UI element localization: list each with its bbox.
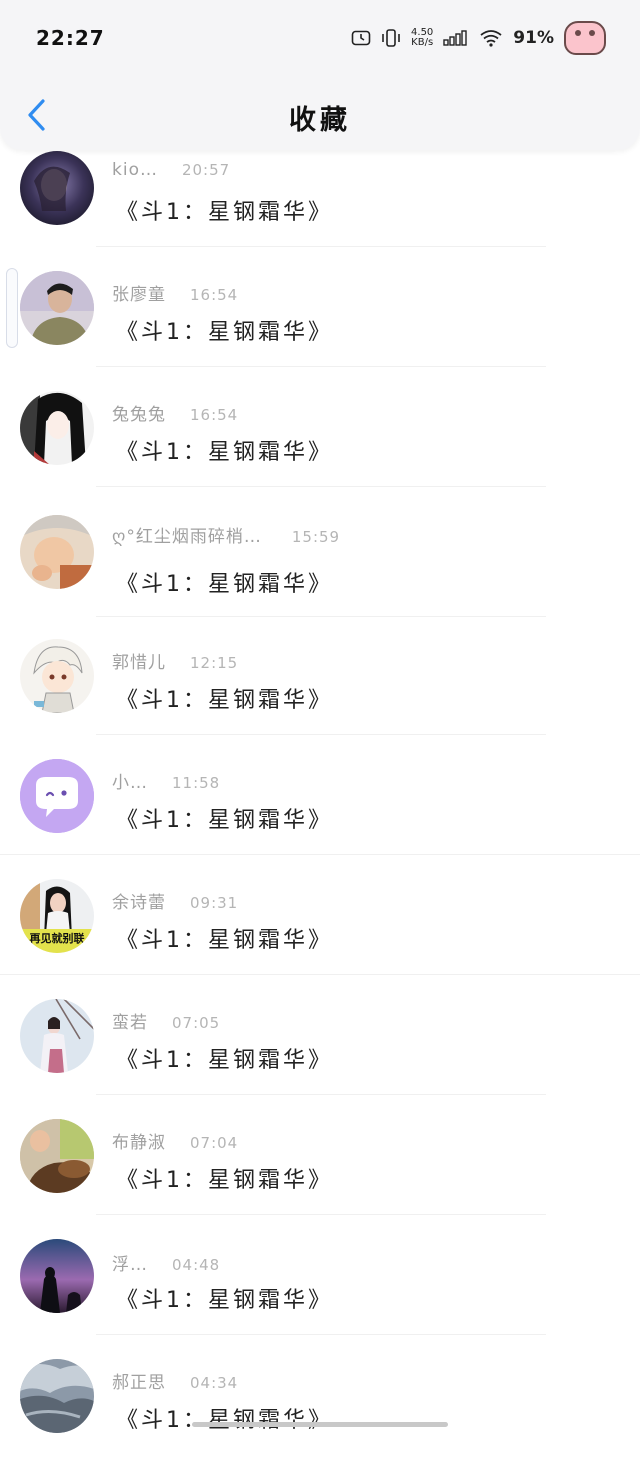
avatar-caption: 再见就别联 bbox=[29, 932, 85, 945]
item-meta: 张廖童 16:54 bbox=[112, 280, 238, 305]
divider bbox=[96, 366, 546, 367]
item-meta: 小… 11:58 bbox=[112, 768, 220, 793]
item-meta: 郭惜儿 12:15 bbox=[112, 648, 238, 673]
network-speed-unit: KB/s bbox=[411, 37, 434, 48]
item-meta: 浮… 04:48 bbox=[112, 1250, 220, 1275]
avatar: 再见就别联 bbox=[20, 879, 94, 953]
avatar bbox=[20, 1239, 94, 1313]
item-time: 20:57 bbox=[181, 161, 231, 179]
alarm-icon bbox=[351, 30, 371, 46]
item-time: 07:04 bbox=[190, 1134, 239, 1152]
list-item[interactable]: 兔兔兔 16:54 《斗1：星钢霜华》 bbox=[0, 390, 640, 508]
item-meta: kio… 20:57 bbox=[112, 160, 230, 180]
list-item[interactable]: 浮… 04:48 《斗1：星钢霜华》 bbox=[0, 1238, 640, 1356]
paw-battery-icon bbox=[564, 21, 606, 55]
top-bar: 22:27 4.50 KB/s 91% 收藏 bbox=[0, 0, 640, 150]
avatar bbox=[20, 151, 94, 225]
item-time: 12:15 bbox=[190, 654, 239, 672]
list-item[interactable]: 张廖童 16:54 《斗1：星钢霜华》 bbox=[0, 270, 640, 388]
list-item[interactable]: 小… 11:58 《斗1：星钢霜华》 bbox=[0, 758, 640, 876]
divider bbox=[0, 974, 640, 975]
avatar bbox=[20, 639, 94, 713]
item-message: 《斗1：星钢霜华》 bbox=[116, 1048, 333, 1073]
status-icons: 4.50 KB/s 91% bbox=[351, 20, 606, 56]
item-message: 《斗1：星钢霜华》 bbox=[116, 320, 333, 345]
avatar bbox=[20, 271, 94, 345]
vibrate-icon bbox=[381, 28, 401, 48]
item-meta: ღ°红尘烟雨碎梢… 15:59 bbox=[112, 522, 340, 547]
item-message: 《斗1：星钢霜华》 bbox=[116, 1288, 333, 1313]
avatar bbox=[20, 515, 94, 589]
item-time: 04:48 bbox=[172, 1256, 221, 1274]
header: 收藏 bbox=[0, 76, 640, 150]
item-message: 《斗1：星钢霜华》 bbox=[116, 688, 333, 713]
item-name: 余诗蕾 bbox=[112, 893, 166, 913]
divider bbox=[0, 854, 640, 855]
wifi-icon bbox=[479, 29, 503, 47]
divider bbox=[96, 246, 546, 247]
status-bar: 22:27 4.50 KB/s 91% bbox=[0, 0, 640, 76]
item-name: 小… bbox=[112, 773, 148, 793]
item-time: 16:54 bbox=[190, 406, 239, 424]
item-time: 07:05 bbox=[172, 1014, 221, 1032]
list-item[interactable]: kio… 20:57 《斗1：星钢霜华》 bbox=[0, 150, 640, 268]
item-message: 《斗1：星钢霜华》 bbox=[116, 572, 333, 597]
divider bbox=[96, 1334, 546, 1335]
item-time: 16:54 bbox=[190, 286, 239, 304]
avatar bbox=[20, 759, 94, 833]
item-time: 09:31 bbox=[190, 894, 239, 912]
list-item[interactable]: 郭惜儿 12:15 《斗1：星钢霜华》 bbox=[0, 638, 640, 756]
item-message: 《斗1：星钢霜华》 bbox=[116, 1408, 333, 1433]
item-message: 《斗1：星钢霜华》 bbox=[116, 200, 333, 225]
item-message: 《斗1：星钢霜华》 bbox=[116, 928, 333, 953]
page-title: 收藏 bbox=[289, 105, 351, 136]
item-time: 15:59 bbox=[291, 528, 341, 546]
item-name: ღ°红尘烟雨碎梢… bbox=[112, 527, 262, 547]
item-name: 张廖童 bbox=[112, 285, 166, 305]
divider bbox=[96, 1214, 546, 1215]
item-meta: 布静淑 07:04 bbox=[112, 1128, 238, 1153]
home-indicator[interactable] bbox=[192, 1422, 448, 1427]
scroll-indicator[interactable] bbox=[6, 268, 18, 348]
status-time: 22:27 bbox=[36, 26, 105, 50]
list-item[interactable]: 布静淑 07:04 《斗1：星钢霜华》 bbox=[0, 1118, 640, 1236]
avatar bbox=[20, 1359, 94, 1433]
item-name: 兔兔兔 bbox=[112, 405, 166, 425]
avatar bbox=[20, 999, 94, 1073]
item-name: kio… bbox=[112, 160, 158, 180]
item-time: 11:58 bbox=[172, 774, 221, 792]
item-name: 郝正思 bbox=[112, 1373, 166, 1393]
avatar bbox=[20, 391, 94, 465]
list-item[interactable]: 蛮若 07:05 《斗1：星钢霜华》 bbox=[0, 998, 640, 1116]
list-item[interactable]: ღ°红尘烟雨碎梢… 15:59 《斗1：星钢霜华》 bbox=[0, 514, 640, 632]
avatar bbox=[20, 1119, 94, 1193]
list-item[interactable]: 再见就别联 余诗蕾 09:31 《斗1：星钢霜华》 bbox=[0, 878, 640, 996]
item-message: 《斗1：星钢霜华》 bbox=[116, 1168, 333, 1193]
divider bbox=[96, 616, 546, 617]
item-meta: 郝正思 04:34 bbox=[112, 1368, 238, 1393]
divider bbox=[96, 486, 546, 487]
item-message: 《斗1：星钢霜华》 bbox=[116, 440, 333, 465]
list-item[interactable]: 郝正思 04:34 《斗1：星钢霜华》 bbox=[0, 1358, 640, 1476]
item-name: 郭惜儿 bbox=[112, 653, 166, 673]
item-meta: 余诗蕾 09:31 bbox=[112, 888, 238, 913]
item-meta: 兔兔兔 16:54 bbox=[112, 400, 238, 425]
item-name: 蛮若 bbox=[112, 1013, 148, 1033]
signal-icon bbox=[443, 30, 469, 46]
item-meta: 蛮若 07:05 bbox=[112, 1008, 220, 1033]
network-speed: 4.50 KB/s bbox=[411, 28, 433, 48]
battery-level: 91% bbox=[513, 28, 554, 48]
item-time: 04:34 bbox=[190, 1374, 239, 1392]
item-name: 布静淑 bbox=[112, 1133, 166, 1153]
divider bbox=[96, 1094, 546, 1095]
item-name: 浮… bbox=[112, 1255, 148, 1275]
divider bbox=[96, 734, 546, 735]
item-message: 《斗1：星钢霜华》 bbox=[116, 808, 333, 833]
